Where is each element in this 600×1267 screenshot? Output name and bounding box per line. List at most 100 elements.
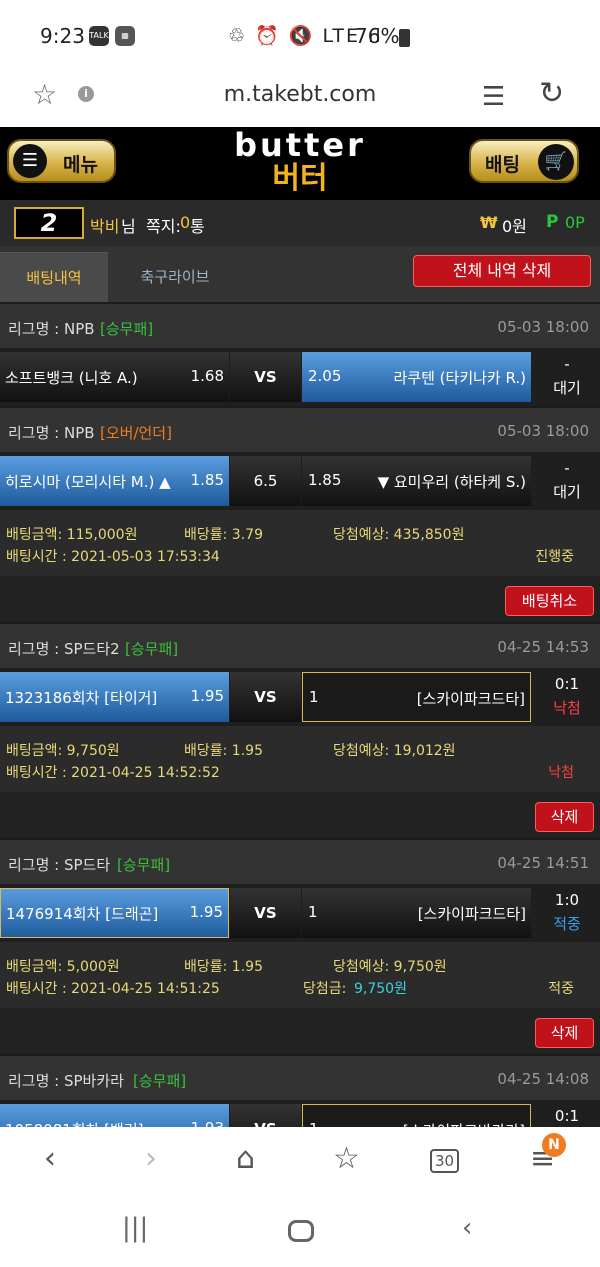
bet-type: [승무패] [100, 320, 154, 338]
handicap-cell: 6.5 [230, 456, 301, 506]
league-row: 리그명 : NPB [승무패] 05-03 18:00 [0, 302, 600, 348]
win-amount: 9,750원 [354, 981, 407, 997]
delete-button[interactable]: 삭제 [535, 1018, 594, 1048]
back-icon[interactable]: ‹ [44, 1141, 56, 1176]
point-icon: P [546, 212, 559, 232]
point-balance: 0P [565, 213, 585, 232]
memo-label[interactable]: 쪽지: [146, 213, 181, 237]
home-team-cell[interactable]: 1476914회차 [드래곤] 1.95 [0, 888, 229, 938]
bet-summary: 배팅금액: 5,000원 배당률: 1.95 당첨예상: 9,750원 배팅시간… [0, 942, 600, 1008]
tab-bet-history[interactable]: 배팅내역 [0, 252, 108, 302]
home-button-icon[interactable] [288, 1220, 314, 1242]
score: - [564, 355, 570, 373]
away-team: 라쿠텐 (타키나카 R.) [393, 369, 527, 387]
reader-mode-icon[interactable]: ☰ [482, 82, 505, 112]
bet-amount: 배팅금액: 5,000원 [6, 959, 120, 975]
recent-apps-icon[interactable]: ||| [122, 1213, 148, 1243]
forward-icon[interactable]: › [145, 1141, 157, 1176]
user-name: 박비 [90, 217, 120, 236]
home-team: 1476914회차 [드래곤] [6, 905, 159, 923]
result-cell: 1:0 적중 [534, 888, 600, 936]
result-cell: 0:1 [534, 1104, 600, 1128]
app-notification-icon: ▦ [115, 26, 135, 46]
away-team-cell[interactable]: 1 [스카이파크드타] [302, 888, 531, 938]
result-status: 낙첨 [553, 699, 581, 717]
vs-cell: VS [230, 352, 301, 402]
menu-icon: ☰ [13, 144, 47, 178]
system-back-icon[interactable]: ‹ [462, 1213, 472, 1243]
browser-bottom-nav: ‹ › ⌂ ☆ 30 ≡ N [0, 1127, 600, 1191]
action-row: 삭제 [0, 1008, 600, 1054]
home-icon[interactable]: ⌂ [236, 1141, 255, 1176]
home-team-cell[interactable]: 소프트뱅크 (니호 A.) 1.68 [0, 352, 229, 402]
away-odds: 1.85 [308, 471, 342, 489]
app-root: 9:23 TALK ▦ ♲ ⏰ 🔇 LTE ıl 76% ☆ i m.takeb… [0, 0, 600, 1267]
away-team-cell[interactable]: 1.85 ▼ 요미우리 (하타케 S.) [302, 456, 531, 506]
match-row: 1323186회차 [타이거] 1.95 VS 1 [스카이파크드타] 0:1 … [0, 668, 600, 726]
level-badge: 2 [14, 207, 84, 239]
league-name: 리그명 : NPB [8, 424, 95, 442]
result-cell: - 대기 [534, 456, 600, 504]
system-nav-bar: ||| ‹ [0, 1191, 600, 1267]
cart-icon: 🛒 [538, 144, 574, 180]
home-team: 히로시마 (모리시타 M.) ▲ [5, 473, 171, 491]
logo-ko: 버터 [272, 161, 328, 196]
bet-amount: 배팅금액: 115,000원 [6, 527, 138, 543]
bet-odds: 배당률: 1.95 [184, 743, 263, 759]
vs-cell: VS [230, 672, 301, 722]
bet-state: 적중 [548, 981, 574, 997]
bet-type: [승무패] [133, 1072, 187, 1090]
cash-balance: 0원 [502, 217, 527, 236]
bookmarks-icon[interactable]: ☆ [333, 1141, 360, 1176]
league-name: 리그명 : SP드타2 [8, 640, 120, 658]
logo-en: butter [234, 126, 366, 164]
win-amount-label: 당첨금: [303, 981, 347, 997]
memo-unit: 통 [190, 217, 205, 236]
home-team: 소프트뱅크 (니호 A.) [5, 369, 138, 387]
home-odds: 1.68 [190, 367, 224, 385]
score: 1:0 [554, 891, 580, 909]
away-team-cell[interactable]: 1 [스카이파크드타] [302, 672, 531, 722]
url-text[interactable]: m.takebt.com [0, 82, 600, 107]
result-cell: - 대기 [534, 352, 600, 400]
bet-odds: 배당률: 3.79 [184, 527, 263, 543]
delete-button[interactable]: 삭제 [535, 802, 594, 832]
browser-url-bar: ☆ i m.takebt.com ☰ ↻ [0, 70, 600, 127]
bet-time: 배팅시간 : 2021-04-25 14:52:52 [6, 765, 220, 781]
away-odds: 2.05 [308, 367, 342, 385]
league-row: 리그명 : SP드타2 [승무패] 04-25 14:53 [0, 622, 600, 668]
score: 0:1 [554, 1107, 580, 1125]
bet-state: 낙첨 [548, 765, 574, 781]
menu-label: 메뉴 [63, 154, 98, 176]
match-row: 소프트뱅크 (니호 A.) 1.68 VS 2.05 라쿠텐 (타키나카 R.)… [0, 348, 600, 406]
notification-badge: N [542, 1133, 566, 1157]
menu-button[interactable]: ☰ 메뉴 [7, 139, 116, 183]
bet-time: 배팅시간 : 2021-04-25 14:51:25 [6, 981, 220, 997]
reload-icon[interactable]: ↻ [539, 76, 564, 111]
match-date: 05-03 18:00 [497, 318, 589, 336]
tab-soccer-live[interactable]: 축구라이브 [108, 252, 242, 302]
home-team-cell[interactable]: 1323186회차 [타이거] 1.95 [0, 672, 229, 722]
league-row: 리그명 : SP바카라 [승무패] 04-25 14:08 [0, 1054, 600, 1100]
away-team-cell[interactable]: 2.05 라쿠텐 (타키나카 R.) [302, 352, 531, 402]
site-header: ☰ 메뉴 butter 버터 배팅 🛒 [0, 127, 600, 200]
bet-cart-button[interactable]: 배팅 🛒 [469, 139, 579, 183]
tabs-bar: 배팅내역 축구라이브 전체 내역 삭제 [0, 246, 600, 302]
vs-cell: VS [230, 888, 301, 938]
user-suffix: 님 [121, 217, 136, 236]
result-status: 대기 [553, 379, 581, 397]
cancel-bet-button[interactable]: 배팅취소 [505, 586, 594, 616]
league-name: 리그명 : NPB [8, 320, 95, 338]
user-info-bar: 2 박비 님 쪽지: 0 통 ₩ 0원 P 0P [0, 200, 600, 246]
memo-count[interactable]: 0 [180, 213, 190, 232]
delete-all-button[interactable]: 전체 내역 삭제 [413, 255, 591, 287]
site-logo[interactable]: butter 버터 [230, 128, 370, 198]
match-date: 04-25 14:53 [497, 638, 589, 656]
away-team: ▼ 요미우리 (하타케 S.) [377, 473, 526, 491]
action-row: 삭제 [0, 792, 600, 838]
talk-icon: TALK [89, 26, 109, 46]
home-team-cell[interactable]: 히로시마 (모리시타 M.) ▲ 1.85 [0, 456, 229, 506]
tabs-icon[interactable]: 30 [430, 1149, 460, 1173]
score: 0:1 [554, 675, 580, 693]
expected-win: 당첨예상: 9,750원 [333, 959, 447, 975]
